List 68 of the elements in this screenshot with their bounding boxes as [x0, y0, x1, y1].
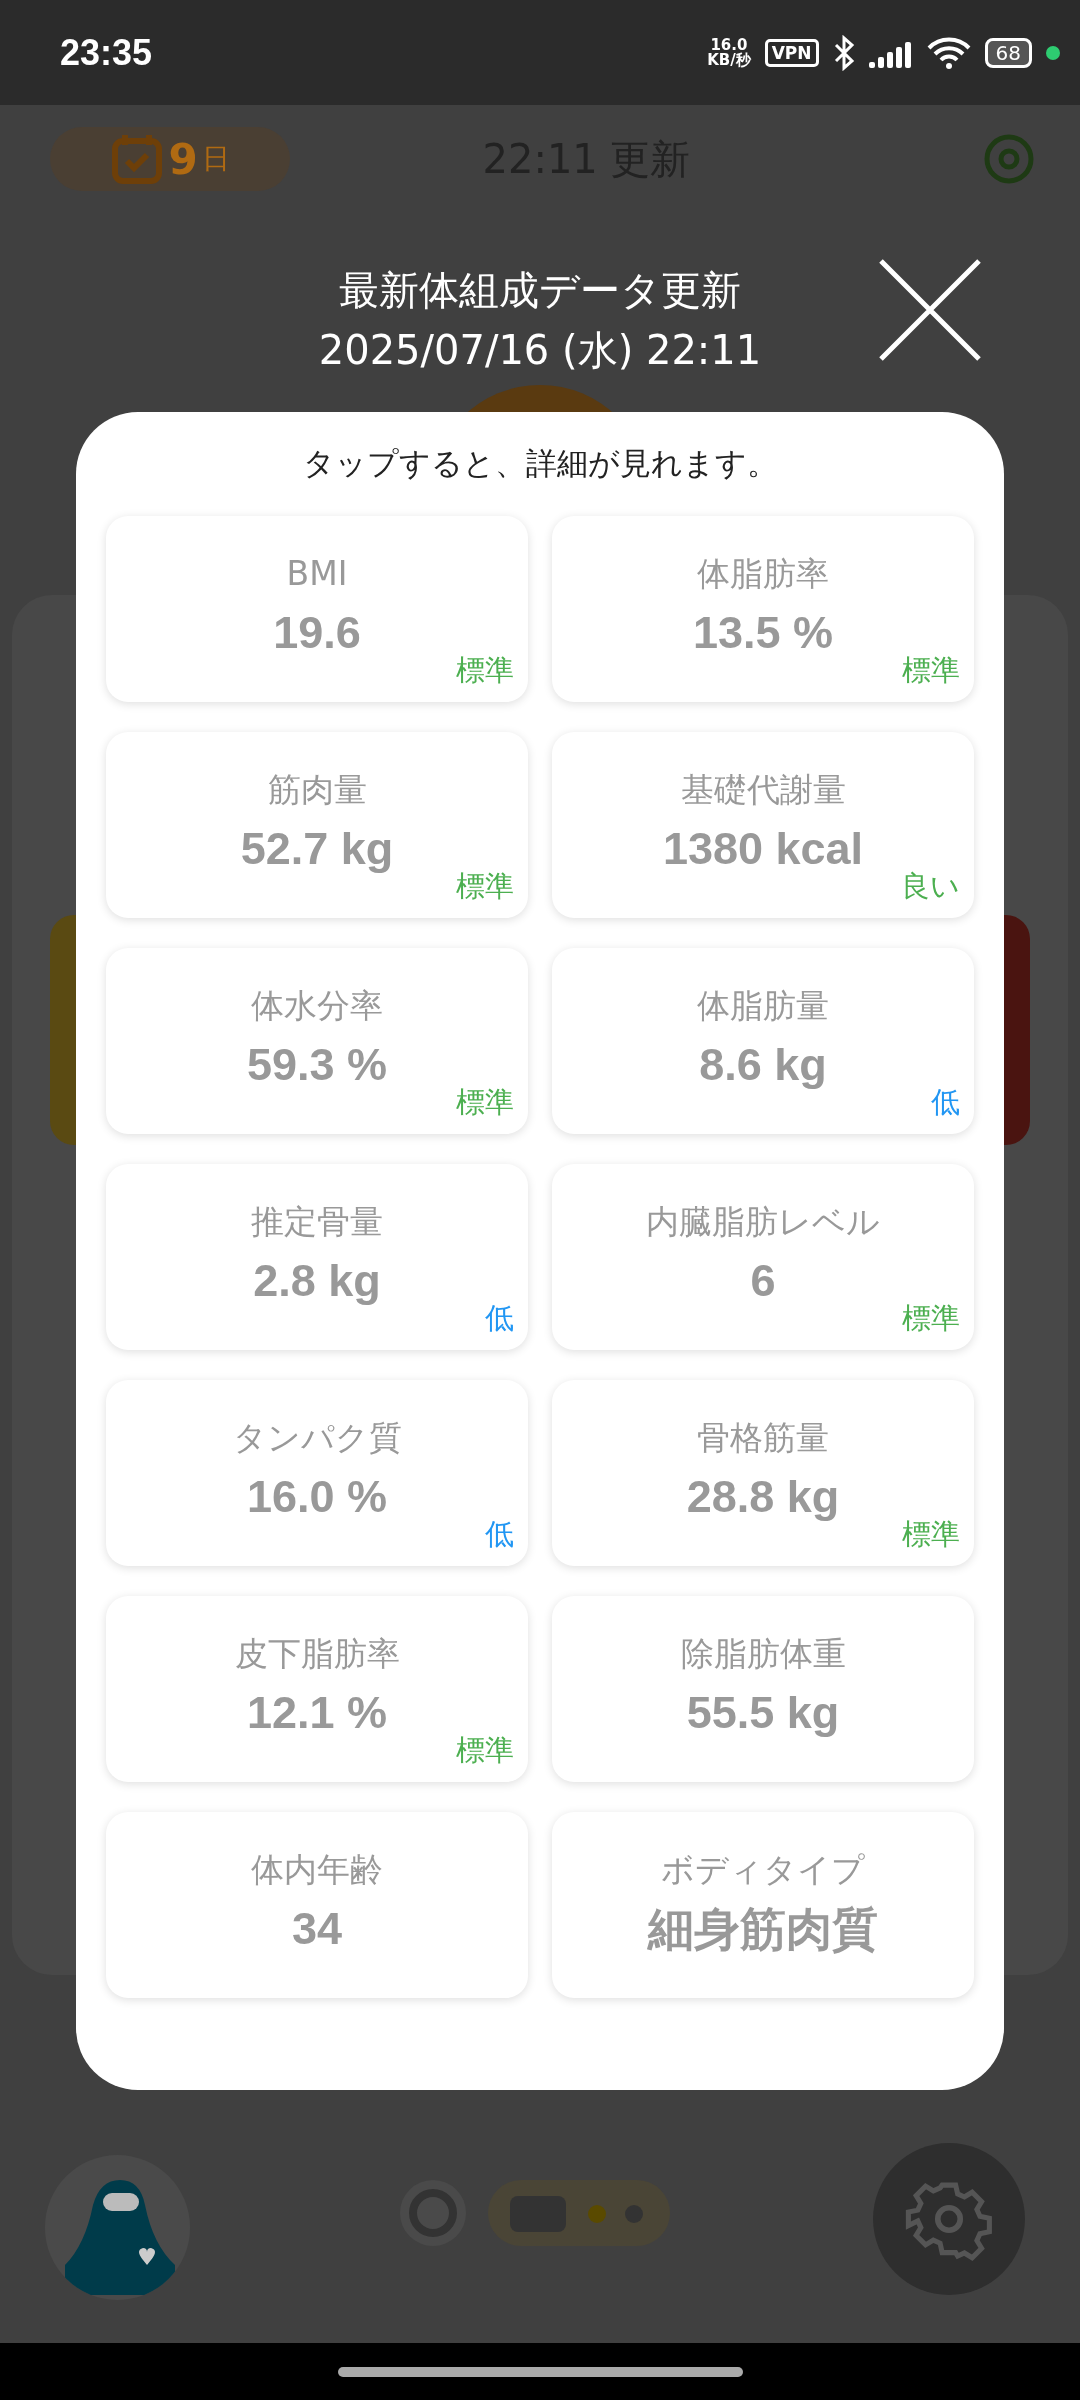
metric-card[interactable]: 除脂肪体重 55.5 kg [552, 1596, 974, 1782]
metric-label: 基礎代謝量 [680, 769, 846, 811]
metric-card[interactable]: 体水分率 59.3 % 標準 [106, 948, 528, 1134]
metric-card[interactable]: 体内年齢 34 [106, 1812, 528, 1998]
rating-label: 標準 [902, 1300, 960, 1336]
metric-value: 細身筋肉質 [648, 1902, 878, 1957]
rating-label: 標準 [902, 1516, 960, 1552]
rating-label: 標準 [456, 652, 514, 688]
metric-card[interactable]: 皮下脂肪率 12.1 % 標準 [106, 1596, 528, 1782]
status-time: 23:35 [60, 31, 153, 74]
metric-value: 6 [750, 1254, 776, 1308]
battery-indicator: 68 [984, 37, 1032, 68]
metric-label: 皮下脂肪率 [234, 1633, 400, 1675]
rating-label: 標準 [456, 868, 514, 904]
ring-icon [983, 133, 1035, 185]
streak-unit: 日 [201, 141, 230, 177]
rating-label: 低 [931, 1084, 960, 1120]
rating-label: 低 [485, 1300, 514, 1336]
metric-value: 34 [291, 1902, 343, 1956]
privacy-dot [1046, 45, 1060, 60]
metric-label: 体脂肪量 [697, 985, 829, 1027]
rating-label: 標準 [902, 652, 960, 688]
dialog-timestamp: 2025/07/16 (水) 22:11 [318, 326, 762, 375]
metric-card[interactable]: 体脂肪量 8.6 kg 低 [552, 948, 974, 1134]
metric-card[interactable]: 内臓脂肪レベル 6 標準 [552, 1164, 974, 1350]
rating-label: 良い [901, 868, 960, 904]
metric-label: タンパク質 [232, 1417, 402, 1459]
dialog-title: 最新体組成データ更新 [339, 266, 741, 315]
metric-label: 除脂肪体重 [680, 1633, 846, 1675]
metric-card[interactable]: 体脂肪率 13.5 % 標準 [552, 516, 974, 702]
metric-card[interactable]: 基礎代謝量 1380 kcal 良い [552, 732, 974, 918]
vpn-badge: VPN [764, 38, 819, 67]
metric-value: 8.6 kg [699, 1038, 827, 1092]
metric-value: 55.5 kg [686, 1686, 840, 1740]
metric-value: 52.7 kg [240, 822, 394, 876]
metric-label: 体脂肪率 [697, 553, 829, 595]
hint-text: タップすると、詳細が見れます。 [302, 444, 778, 483]
metric-label: 内臓脂肪レベル [646, 1201, 880, 1243]
rating-label: 標準 [456, 1732, 514, 1768]
metric-value: 28.8 kg [686, 1470, 840, 1524]
rating-label: 標準 [456, 1084, 514, 1120]
metric-value: 1380 kcal [662, 822, 864, 876]
wifi-icon [926, 35, 971, 70]
metric-card[interactable]: ボディタイプ 細身筋肉質 [552, 1812, 974, 1998]
metric-value: 19.6 [273, 606, 361, 660]
metric-card[interactable]: BMI 19.6 標準 [106, 516, 528, 702]
metric-label: 体水分率 [251, 985, 383, 1027]
ring-icon [400, 2180, 466, 2246]
metric-value: 59.3 % [246, 1038, 388, 1092]
metric-label: 推定骨量 [251, 1201, 383, 1243]
bluetooth-icon [832, 34, 855, 71]
metric-label: BMI [286, 553, 348, 595]
rating-label: 低 [485, 1516, 514, 1552]
metric-value: 12.1 % [246, 1686, 388, 1740]
metric-label: 骨格筋量 [697, 1417, 829, 1459]
metric-label: 体内年齢 [251, 1849, 383, 1891]
network-speed: 16.0 KB/秒 [707, 37, 751, 68]
metric-value: 16.0 % [246, 1470, 388, 1524]
metric-card[interactable]: 筋肉量 52.7 kg 標準 [106, 732, 528, 918]
calendar-icon [110, 132, 165, 186]
streak-count: 9 [168, 134, 198, 184]
metric-card[interactable]: タンパク質 16.0 % 低 [106, 1380, 528, 1566]
metric-label: ボディタイプ [661, 1849, 865, 1891]
metric-label: 筋肉量 [267, 769, 367, 811]
metric-value: 2.8 kg [253, 1254, 381, 1308]
metric-value: 13.5 % [692, 606, 834, 660]
metric-card[interactable]: 推定骨量 2.8 kg 低 [106, 1164, 528, 1350]
metric-card[interactable]: 骨格筋量 28.8 kg 標準 [552, 1380, 974, 1566]
